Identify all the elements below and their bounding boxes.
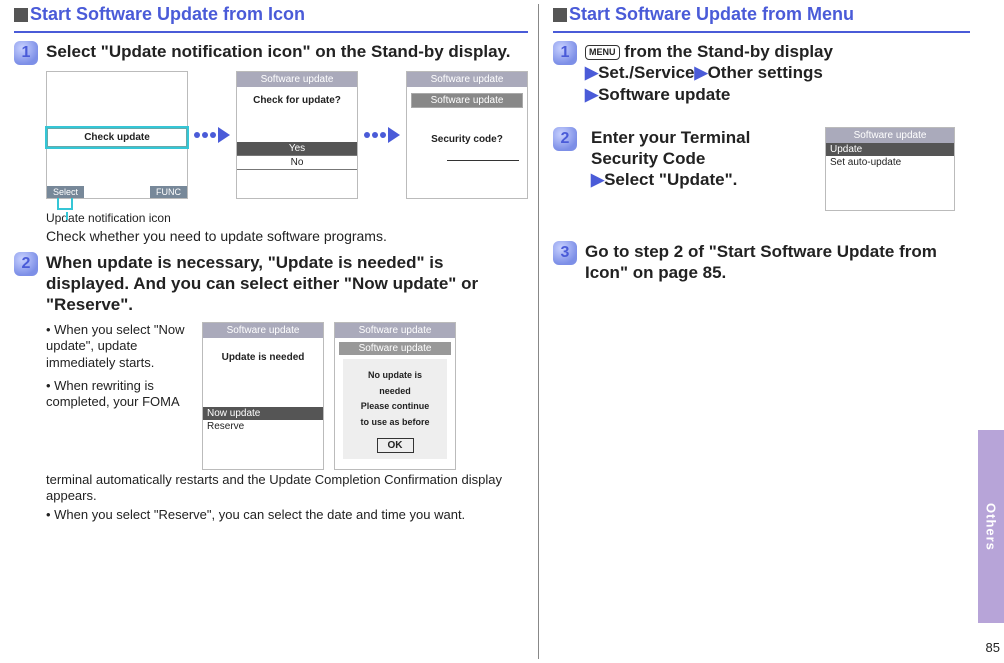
check-update-row: Check update [47,128,187,147]
right-section-title: Start Software Update from Menu [569,4,854,25]
triangle-right-icon: ▶ [585,62,598,83]
r3: Go to step 2 of "Start Software Update f… [585,241,970,284]
info3: Please continue [345,402,445,412]
input-line [447,157,519,161]
ok-button: OK [377,438,414,453]
right-section-heading: Start Software Update from Menu [553,4,970,25]
square-icon [553,8,567,22]
phone-screen-standby: Check update Select FUNC [46,71,188,199]
softkey-select: Select [47,186,84,198]
info4: to use as before [345,418,445,428]
hdr2-e: Software update [339,342,451,355]
arrow-right-icon [218,127,230,143]
right-column: Start Software Update from Menu 1 MENU f… [539,0,1004,663]
menu-reserve: Reserve [203,420,323,433]
r1b1: Set./Service [598,63,694,82]
r2b: Select "Update". [604,170,737,189]
left-column: Start Software Update from Icon 1 Select… [0,0,538,663]
hdr-f: Software update [826,128,954,143]
left-step-2: 2 When update is necessary, "Update is n… [14,252,528,316]
hdr2-c: Software update [411,93,523,108]
step-number-2: 2 [14,252,38,276]
info1: No update is [345,371,445,381]
phone-screen-update-needed: Software update Update is needed Now upd… [202,322,324,470]
step-number-1: 1 [553,41,577,65]
r1a: from the Stand-by display [620,42,833,61]
left-step2-title: When update is necessary, "Update is nee… [46,252,528,316]
r1c: Software update [598,85,730,104]
rule-line [14,31,528,33]
label-security-code: Security code? [407,134,527,145]
label-check-for-update: Check for update? [237,95,357,106]
label-update-needed: Update is needed [203,352,323,363]
right-step-2: 2 Enter your Terminal Security Code ▶Sel… [553,127,970,211]
phone-screen-security: Software update Software update Security… [406,71,528,199]
menu-now-update: Now update [203,407,323,420]
page-number: 85 [986,640,1000,655]
right-step-1: 1 MENU from the Stand-by display ▶Set./S… [553,41,970,105]
phone-screen-no-update: Software update Software update No updat… [334,322,456,470]
side-tab-others: Others [978,430,1004,623]
left-step-1: 1 Select "Update notification icon" on t… [14,41,528,65]
hdr-d: Software update [203,323,323,338]
r1b2: Other settings [708,63,823,82]
right-step-3: 3 Go to step 2 of "Start Software Update… [553,241,970,284]
info2: needed [345,387,445,397]
update-icon-caption: Update notification icon [46,211,528,225]
option-yes: Yes [237,142,357,156]
hdr-e: Software update [335,323,455,338]
bullet-rewriting: • When rewriting is completed, your FOMA [46,378,192,411]
triangle-right-icon: ▶ [591,169,604,190]
step-number-3: 3 [553,241,577,265]
phone-screen-confirm: Software update Check for update? Yes No [236,71,358,199]
side-tab-label: Others [984,503,999,551]
step-number-1: 1 [14,41,38,65]
arrow-right-icon [388,127,400,143]
option-no: No [237,156,357,170]
bullet-reserve: • When you select "Reserve", you can sel… [46,507,528,524]
hdr-c: Software update [407,72,527,87]
left-step1-sub: Check whether you need to update softwar… [46,227,528,246]
bullet-now-update: • When you select "Now update", update i… [46,322,192,372]
arrow-dots-2 [364,127,400,143]
menu-update: Update [826,143,954,156]
square-icon [14,8,28,22]
hdr-b: Software update [237,72,357,87]
menu-key-icon: MENU [585,45,620,60]
arrow-dots-1 [194,127,230,143]
triangle-right-icon: ▶ [585,84,598,105]
phone-screen-update-menu: Software update Update Set auto-update [825,127,955,211]
r2a: Enter your Terminal Security Code [591,128,750,168]
bullet-rewriting-cont: terminal automatically restarts and the … [46,472,528,505]
left-section-heading: Start Software Update from Icon [14,4,528,25]
left-step2-row: • When you select "Now update", update i… [46,322,528,470]
left-section-title: Start Software Update from Icon [30,4,305,25]
step-number-2: 2 [553,127,577,151]
menu-set-auto-update: Set auto-update [826,156,954,169]
left-step1-title: Select "Update notification icon" on the… [46,41,528,62]
softkey-func: FUNC [150,186,187,198]
screens-row-1: Check update Select FUNC Software update… [46,71,528,199]
rule-line [553,31,970,33]
triangle-right-icon: ▶ [694,62,707,83]
left-step1-content: Check update Select FUNC Software update… [46,71,528,246]
